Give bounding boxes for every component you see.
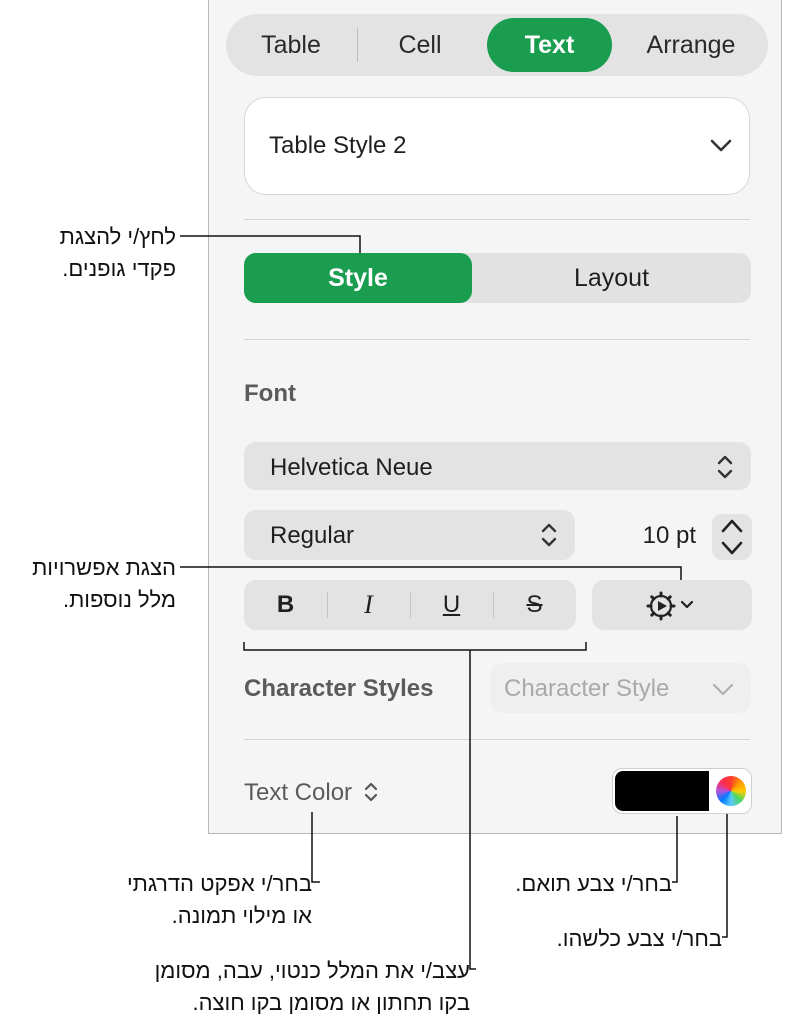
callout-text: או מילוי תמונה. (171, 903, 312, 928)
callout-text: עצב/י את המלל כנטוי, עבה, מסומן (154, 958, 470, 983)
callout-style-tab: לחץ/י להצגת פקדי גופנים. (60, 221, 176, 285)
callout-text: הצגת אפשרויות (32, 555, 176, 580)
callout-text: מלל נוספות. (62, 587, 176, 612)
callout-format: עצב/י את המלל כנטוי, עבה, מסומן בקו תחתו… (155, 955, 470, 1019)
callout-text: בחר/י צבע תואם. (515, 871, 672, 896)
callout-more-options: הצגת אפשרויות מלל נוספות. (32, 552, 176, 616)
callout-any-color: בחר/י צבע כלשהו. (557, 923, 722, 955)
callout-text: פקדי גופנים. (62, 256, 176, 281)
callout-text: בקו תחתון או מסומן בקו חוצה. (192, 990, 470, 1015)
callout-text: בחר/י צבע כלשהו. (556, 926, 722, 951)
callout-gradient: בחר/י אפקט הדרגתי או מילוי תמונה. (127, 868, 312, 932)
callout-text: לחץ/י להצגת (59, 224, 176, 249)
callout-text: בחר/י אפקט הדרגתי (126, 871, 312, 896)
callout-matching-color: בחר/י צבע תואם. (515, 868, 672, 900)
